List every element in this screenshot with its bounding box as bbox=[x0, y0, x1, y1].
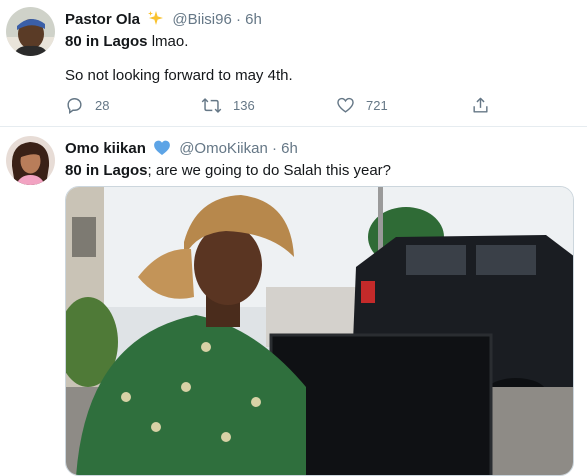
tweet-text-bold: 80 in Lagos bbox=[65, 33, 148, 50]
timestamp[interactable]: 6h bbox=[281, 140, 298, 157]
tweet-text-bold: 80 in Lagos bbox=[65, 162, 148, 179]
tweet-text-line-2: So not looking forward to may 4th. bbox=[65, 67, 293, 84]
tweet-actions: 28 136 721 bbox=[65, 95, 505, 117]
reply-button[interactable]: 28 bbox=[65, 95, 109, 115]
timestamp[interactable]: 6h bbox=[245, 11, 262, 28]
like-icon bbox=[336, 96, 355, 115]
share-icon bbox=[471, 96, 490, 115]
display-name[interactable]: Pastor Ola bbox=[65, 11, 140, 28]
tweet-text-line-1: 80 in Lagos lmao. bbox=[65, 32, 188, 51]
tweet-photo[interactable] bbox=[65, 186, 574, 476]
retweet-icon bbox=[201, 96, 222, 115]
photo-man-in-green-attire bbox=[66, 187, 573, 475]
sparkles-icon bbox=[147, 10, 164, 32]
handle[interactable]: @OmoKiikan bbox=[179, 140, 268, 157]
tweet-omo-kiikan[interactable]: Omo kiikan @OmoKiikan · 6h 80 in Lagos; … bbox=[0, 127, 587, 476]
reply-count: 28 bbox=[95, 97, 110, 113]
retweet-count: 136 bbox=[233, 97, 255, 113]
tweet-text-rest: ; are we going to do Salah this year? bbox=[147, 162, 392, 179]
like-button[interactable]: 721 bbox=[336, 95, 388, 115]
reply-icon bbox=[65, 96, 84, 115]
like-count: 721 bbox=[366, 97, 388, 113]
separator-dot: · bbox=[235, 11, 241, 28]
avatar[interactable] bbox=[6, 7, 55, 56]
avatar[interactable] bbox=[6, 136, 55, 185]
tweet-text-line-1: 80 in Lagos; are we going to do Salah th… bbox=[65, 161, 391, 180]
separator-dot: · bbox=[271, 140, 277, 157]
tweet-header: Pastor Ola @Biisi96 · 6h bbox=[65, 10, 262, 32]
display-name[interactable]: Omo kiikan bbox=[65, 140, 146, 157]
tweet-text-rest: lmao. bbox=[147, 33, 189, 50]
blue-heart-icon bbox=[153, 139, 171, 161]
share-button[interactable] bbox=[471, 95, 490, 115]
retweet-button[interactable]: 136 bbox=[201, 95, 255, 115]
tweet-header: Omo kiikan @OmoKiikan · 6h bbox=[65, 139, 298, 161]
tweet-pastor-ola[interactable]: Pastor Ola @Biisi96 · 6h 80 in Lagos lma… bbox=[0, 0, 587, 127]
handle[interactable]: @Biisi96 bbox=[172, 11, 231, 28]
